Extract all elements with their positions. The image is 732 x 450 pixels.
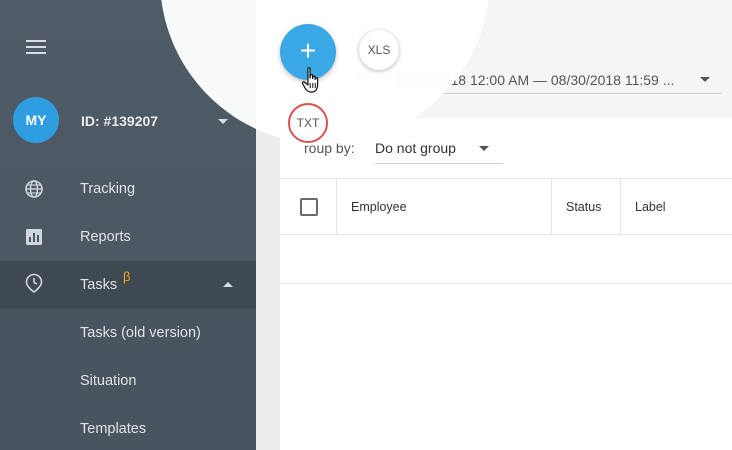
export-xls-button[interactable]: XLS — [359, 30, 399, 70]
group-by-select[interactable]: Do not group — [375, 132, 503, 164]
chevron-up-icon[interactable] — [223, 282, 233, 287]
column-label: Employee — [351, 200, 407, 214]
user-switcher[interactable]: MY ID: #139207 — [0, 97, 256, 145]
sidebar-item-label: Reports — [80, 229, 131, 245]
sidebar-item-situation[interactable]: Situation — [0, 357, 256, 405]
hamburger-menu-icon[interactable] — [26, 40, 46, 54]
select-all-column — [280, 179, 337, 235]
content-card: S 08/30/2018 12:00 AM — 08/30/2018 11:59… — [280, 0, 732, 450]
beta-badge: β — [123, 269, 131, 284]
sidebar-item-label: Tasks (old version) — [80, 325, 201, 341]
sidebar-item-label: Templates — [80, 421, 147, 437]
sidebar-item-templates[interactable]: Templates — [0, 405, 256, 450]
sidebar-item-reports[interactable]: Reports — [0, 213, 256, 261]
sidebar-item-label: Tasks — [80, 277, 118, 293]
sidebar-item-tasks[interactable]: Tasks β — [0, 261, 256, 309]
sidebar-item-tracking[interactable]: Tracking — [0, 165, 256, 213]
location-clock-icon — [25, 273, 43, 293]
sidebar-item-label: Tracking — [80, 181, 136, 197]
column-employee[interactable]: Employee — [337, 179, 552, 235]
chevron-down-icon — [479, 146, 489, 151]
group-by-value: Do not group — [375, 140, 456, 156]
chevron-down-icon[interactable] — [218, 119, 228, 124]
column-label-header[interactable]: Label — [621, 179, 732, 235]
add-button[interactable]: + — [280, 24, 336, 80]
export-txt-button[interactable]: TXT — [288, 103, 328, 143]
date-range-field[interactable]: 08/30/2018 12:00 AM — 08/30/2018 11:59 .… — [388, 64, 722, 94]
globe-icon — [25, 180, 43, 198]
table-header: Employee Status Label — [280, 178, 732, 235]
calendar-icon[interactable] — [356, 70, 372, 86]
date-range-value: 08/30/2018 12:00 AM — 08/30/2018 11:59 .… — [396, 72, 675, 88]
table-row-divider — [280, 283, 732, 284]
bar-chart-icon — [26, 229, 42, 245]
column-status[interactable]: Status — [552, 179, 621, 235]
select-all-checkbox[interactable] — [300, 198, 318, 216]
chevron-down-icon[interactable] — [700, 77, 710, 82]
filter-panel: S 08/30/2018 12:00 AM — 08/30/2018 11:59… — [280, 0, 732, 118]
avatar[interactable]: MY — [13, 97, 59, 143]
sidebar-item-label: Situation — [80, 373, 137, 389]
user-id-label: ID: #139207 — [81, 113, 159, 129]
column-label: Label — [635, 200, 666, 214]
sidebar-item-tasks-old-version[interactable]: Tasks (old version) — [0, 309, 256, 357]
sidebar: MY ID: #139207 Tracking Reports Tasks β — [0, 0, 256, 450]
column-label: Status — [566, 200, 602, 214]
